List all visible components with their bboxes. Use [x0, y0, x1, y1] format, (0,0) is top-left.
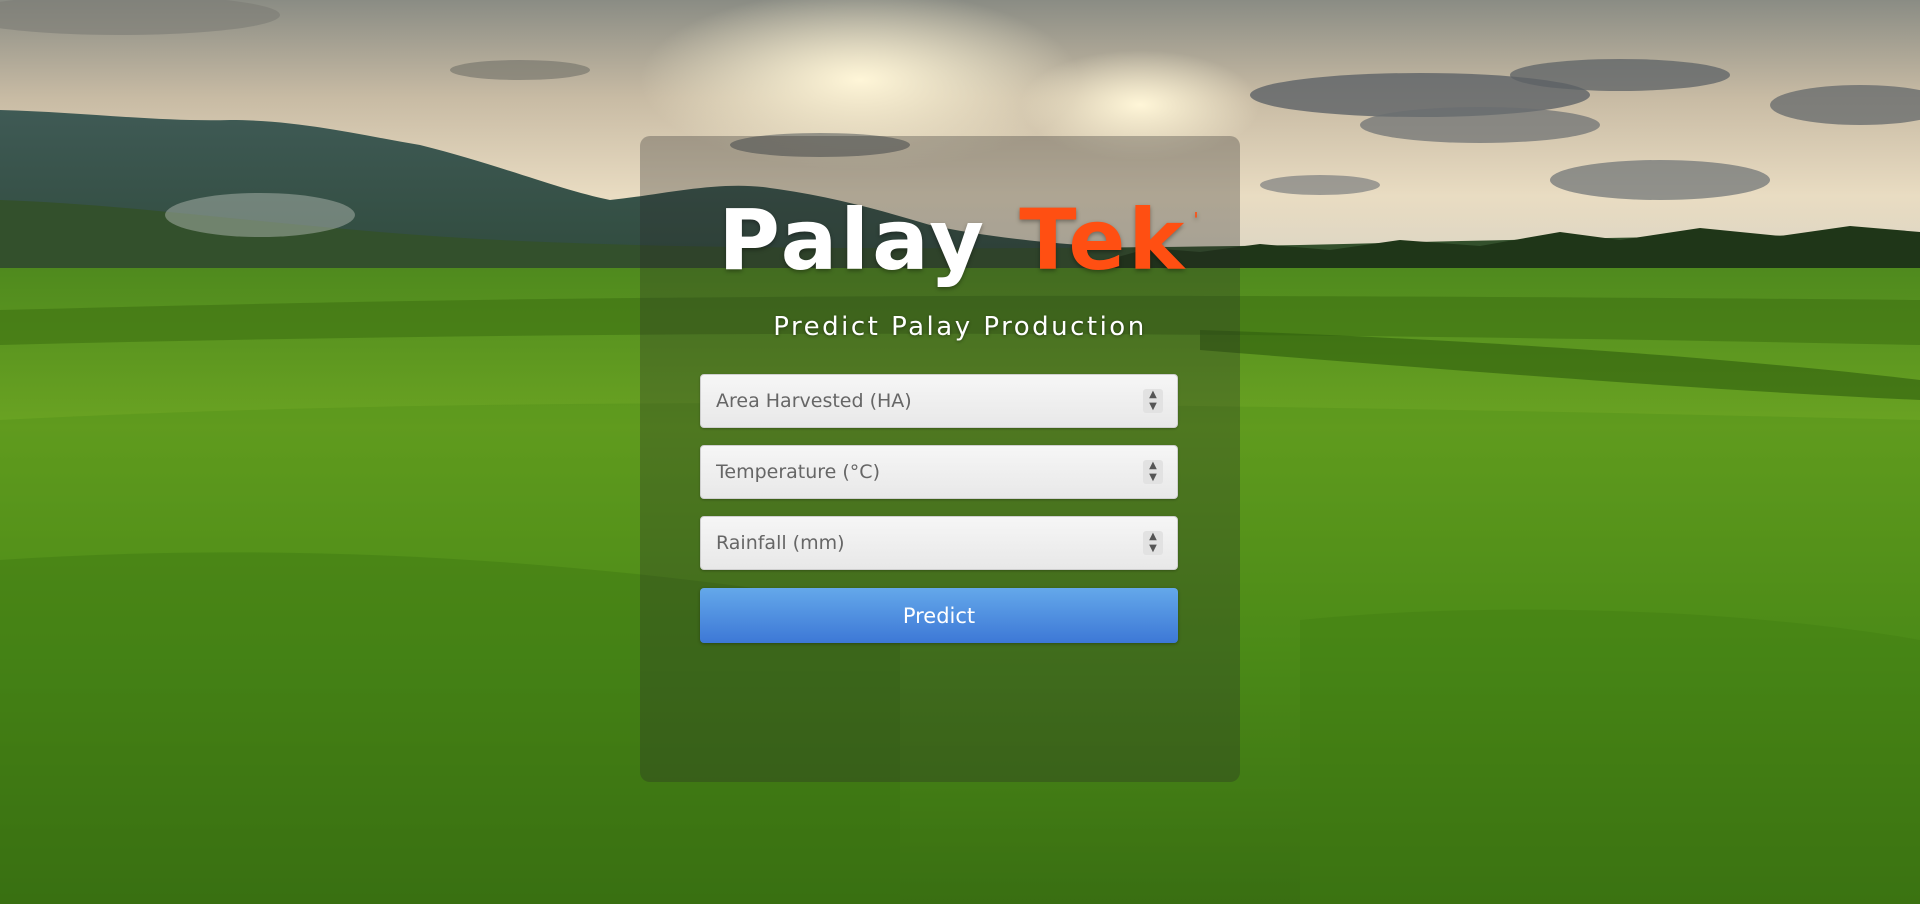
area-harvested-field[interactable]: ▲ ▼	[700, 374, 1178, 428]
brand-word-palay: Palay	[718, 191, 987, 289]
rainfall-stepper[interactable]: ▲ ▼	[1143, 531, 1163, 555]
chevron-up-icon[interactable]: ▲	[1143, 389, 1163, 401]
area-harvested-stepper[interactable]: ▲ ▼	[1143, 389, 1163, 413]
brand-logo: Palay Tek '	[0, 192, 1920, 288]
chevron-down-icon[interactable]: ▼	[1143, 472, 1163, 484]
page-subtitle: Predict Palay Production	[773, 312, 1147, 342]
brand-word-tek: Tek	[1019, 191, 1188, 289]
rainfall-field[interactable]: ▲ ▼	[700, 516, 1178, 570]
predict-button[interactable]: Predict	[700, 588, 1178, 643]
temperature-stepper[interactable]: ▲ ▼	[1143, 460, 1163, 484]
rainfall-input[interactable]	[701, 517, 1136, 569]
area-harvested-input[interactable]	[701, 375, 1136, 427]
chevron-up-icon[interactable]: ▲	[1143, 531, 1163, 543]
brand-mark: '	[1193, 208, 1202, 232]
chevron-down-icon[interactable]: ▼	[1143, 401, 1163, 413]
chevron-up-icon[interactable]: ▲	[1143, 460, 1163, 472]
temperature-field[interactable]: ▲ ▼	[700, 445, 1178, 499]
chevron-down-icon[interactable]: ▼	[1143, 543, 1163, 555]
temperature-input[interactable]	[701, 446, 1136, 498]
